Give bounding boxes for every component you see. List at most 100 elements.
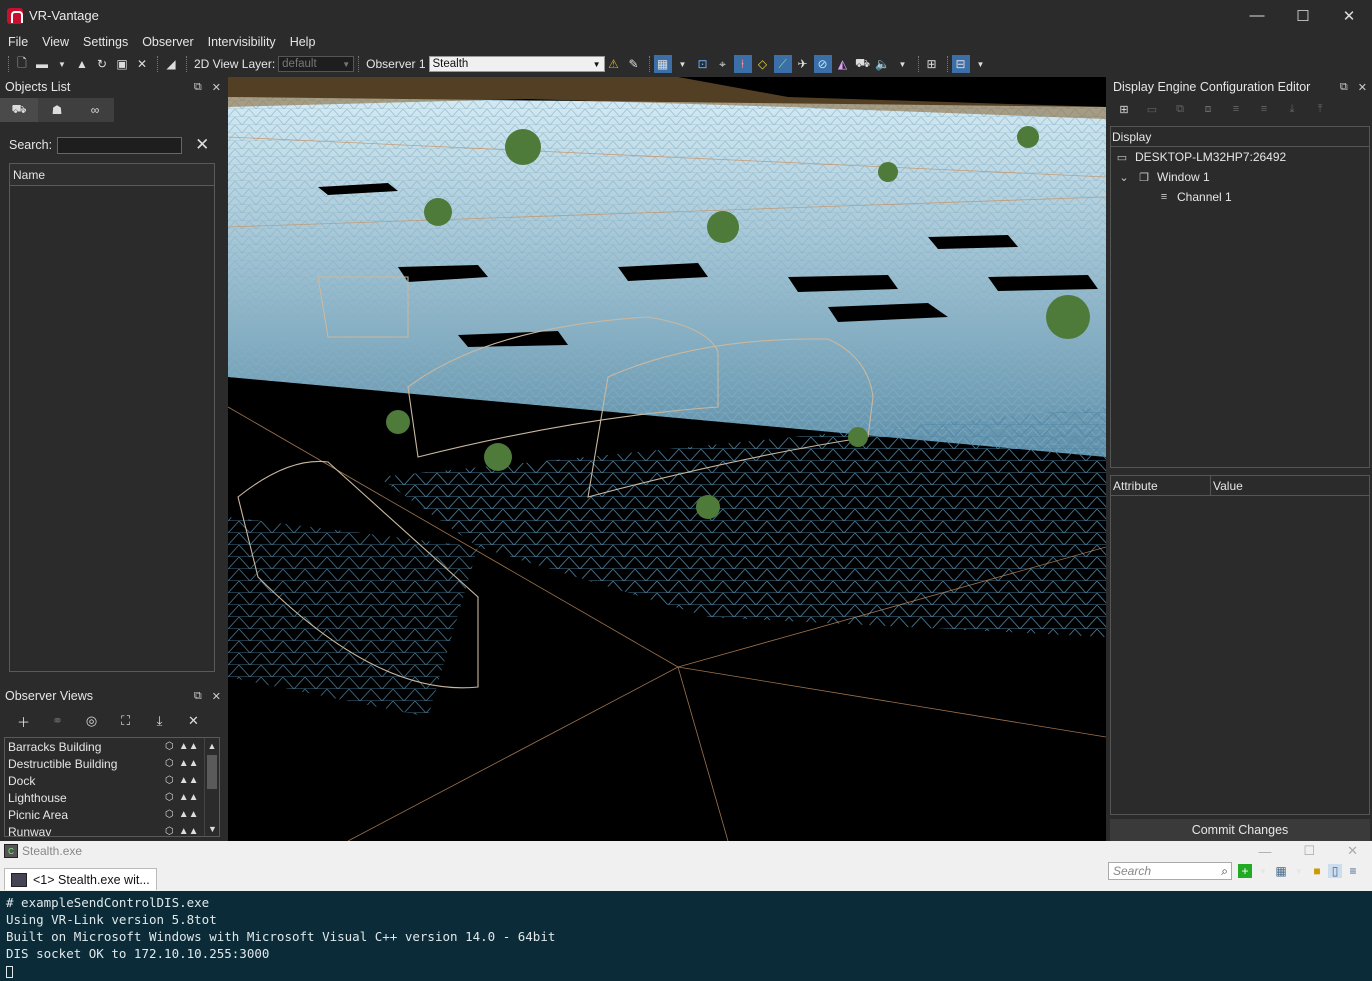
cube-icon[interactable]: ⬡ xyxy=(165,775,174,786)
link-view-icon[interactable]: ⚭ xyxy=(49,713,66,730)
terrain-icon[interactable]: ▲▲ xyxy=(179,758,199,769)
menu-icon[interactable]: ≡ xyxy=(1346,864,1360,878)
menu-file[interactable]: File xyxy=(4,35,32,49)
tab-observers[interactable]: ∞ xyxy=(76,98,114,122)
tab-groups[interactable]: ☗ xyxy=(38,98,76,122)
view-mode-icon[interactable]: ▦ xyxy=(653,55,672,73)
remove-item-icon[interactable]: ≡ xyxy=(1256,101,1272,117)
terrain-icon[interactable]: ▲▲ xyxy=(179,741,199,752)
tree-node-host[interactable]: ▭ DESKTOP-LM32HP7:26492 xyxy=(1111,147,1369,167)
terrain-icon[interactable]: ▲▲ xyxy=(179,775,199,786)
observer-views-scrollbar[interactable]: ▲ ▼ xyxy=(204,738,219,836)
fit-view-icon[interactable]: ⊡ xyxy=(694,55,712,73)
menu-help[interactable]: Help xyxy=(286,35,320,49)
list-item[interactable]: Dock ⬡ ▲▲ xyxy=(5,772,219,789)
aircraft-icon[interactable]: ✈ xyxy=(794,55,812,73)
upload-icon[interactable]: ⤒ xyxy=(1312,101,1328,117)
view-mode-dropdown-icon[interactable]: ▼ xyxy=(674,55,692,73)
view-layer-select[interactable]: default ▼ xyxy=(278,56,355,72)
list-item[interactable]: Destructible Building ⬡ ▲▲ xyxy=(5,755,219,772)
warning-icon[interactable]: ⚠ xyxy=(605,55,623,73)
new-console-icon[interactable]: + xyxy=(1238,864,1252,878)
list-item[interactable]: Runway ⬡ ▲▲ xyxy=(5,823,219,837)
delete-view-icon[interactable]: ✕ xyxy=(185,713,202,730)
console-maximize-button[interactable]: ☐ xyxy=(1303,843,1315,859)
new-console-dropdown-icon[interactable]: ▼ xyxy=(1256,864,1270,878)
sound-dropdown-icon[interactable]: ▼ xyxy=(894,55,912,73)
undock-icon[interactable]: ⧉ xyxy=(1340,81,1348,94)
list-item[interactable]: Lighthouse ⬡ ▲▲ xyxy=(5,789,219,806)
terrain-icon[interactable]: ▲ xyxy=(73,55,91,73)
search-icon[interactable]: ⌕ xyxy=(1221,864,1228,879)
undock-icon[interactable]: ⧉ xyxy=(194,81,202,94)
chevron-down-icon[interactable]: ⌄ xyxy=(1117,171,1131,184)
scroll-thumb[interactable] xyxy=(207,755,217,789)
clear-selection-icon[interactable]: ✎ xyxy=(625,55,643,73)
tree-node-window[interactable]: ⌄ ❐ Window 1 xyxy=(1111,167,1369,187)
measure-icon[interactable]: ⌖ xyxy=(714,55,732,73)
menu-observer[interactable]: Observer xyxy=(138,35,197,49)
list-item[interactable]: Barracks Building ⬡ ▲▲ xyxy=(5,738,219,755)
new-file-icon[interactable]: 🗋 xyxy=(13,55,31,73)
tab-vehicles[interactable]: ⛟ xyxy=(0,98,38,122)
menu-view[interactable]: View xyxy=(38,35,73,49)
panel-close-icon[interactable]: ✕ xyxy=(212,690,221,703)
close-button[interactable]: ✕ xyxy=(1326,0,1372,31)
observer-select[interactable]: Stealth ▼ xyxy=(428,56,605,72)
download-icon[interactable]: ⤓ xyxy=(1284,101,1300,117)
menu-intervisibility[interactable]: Intervisibility xyxy=(204,35,280,49)
column-header-name[interactable]: Name xyxy=(10,164,214,186)
vehicle-icon[interactable]: ⛟ xyxy=(854,55,872,73)
panel-close-icon[interactable]: ✕ xyxy=(212,81,221,94)
column-header-value[interactable]: Value xyxy=(1211,476,1369,495)
open-dropdown-icon[interactable]: ▼ xyxy=(53,55,71,73)
terrain-icon[interactable]: ▲▲ xyxy=(179,826,199,836)
panels-dropdown-icon[interactable]: ▼ xyxy=(972,55,990,73)
tree-node-channel[interactable]: ≡ Channel 1 xyxy=(1111,187,1369,207)
terrain-icon[interactable]: ▲▲ xyxy=(179,792,199,803)
add-display-icon[interactable]: ⊞ xyxy=(1116,101,1132,117)
search-input[interactable] xyxy=(57,136,183,154)
open-folder-icon[interactable]: ▬ xyxy=(33,55,51,73)
cube-icon[interactable]: ⬡ xyxy=(165,741,174,752)
route-icon[interactable]: ⍿ xyxy=(733,55,752,73)
shape-icon[interactable]: ◇ xyxy=(754,55,772,73)
add-window-icon[interactable]: ▭ xyxy=(1144,101,1160,117)
line-icon[interactable]: ⟋ xyxy=(773,55,792,73)
panel-toggle-icon[interactable]: ▯ xyxy=(1328,864,1342,878)
cube-icon[interactable]: ⬡ xyxy=(165,792,174,803)
commit-changes-button[interactable]: Commit Changes xyxy=(1110,819,1370,841)
lock-icon[interactable]: ■ xyxy=(1310,864,1324,878)
terrain-icon[interactable]: ▲▲ xyxy=(179,809,199,820)
save-icon[interactable]: ▣ xyxy=(113,55,131,73)
console-output[interactable]: # exampleSendControlDIS.exe Using VR-Lin… xyxy=(0,891,1372,981)
scroll-up-icon[interactable]: ▲ xyxy=(205,738,219,753)
sound-icon[interactable]: 🔈 xyxy=(874,55,892,73)
reload-icon[interactable]: ↻ xyxy=(93,55,111,73)
add-view-icon[interactable]: ＋ xyxy=(15,713,32,730)
scroll-down-icon[interactable]: ▼ xyxy=(205,821,219,836)
capture-view-icon[interactable]: ⛶ xyxy=(117,713,134,730)
console-minimize-button[interactable]: — xyxy=(1258,844,1271,859)
undock-icon[interactable]: ⧉ xyxy=(194,690,202,703)
objects-table[interactable]: Name xyxy=(9,163,215,672)
cube-icon[interactable]: ⬡ xyxy=(165,826,174,836)
add-channel-icon[interactable]: ⧉ xyxy=(1172,101,1188,117)
minimize-button[interactable]: — xyxy=(1234,0,1280,31)
view-dropdown-icon[interactable]: ▼ xyxy=(1292,864,1306,878)
console-tab[interactable]: <1> Stealth.exe wit... xyxy=(4,868,157,890)
cube-icon[interactable]: ⬡ xyxy=(165,809,174,820)
console-search-input[interactable]: Search ⌕ xyxy=(1108,862,1232,880)
panels-icon[interactable]: ⊟ xyxy=(951,55,970,73)
no-sensor-icon[interactable]: ⊘ xyxy=(813,55,832,73)
copy-icon[interactable]: ⧈ xyxy=(1200,101,1216,117)
pyramid-icon[interactable]: ◭ xyxy=(834,55,852,73)
cube-icon[interactable]: ⬡ xyxy=(165,758,174,769)
add-item-icon[interactable]: ≡ xyxy=(1228,101,1244,117)
column-header-attribute[interactable]: Attribute xyxy=(1111,476,1211,495)
clear-search-icon[interactable]: ✕ xyxy=(195,135,209,155)
list-item[interactable]: Picnic Area ⬡ ▲▲ xyxy=(5,806,219,823)
edit-terrain-icon[interactable]: ◢ xyxy=(162,55,180,73)
3d-viewport[interactable] xyxy=(228,77,1106,841)
panel-close-icon[interactable]: ✕ xyxy=(1358,81,1367,94)
